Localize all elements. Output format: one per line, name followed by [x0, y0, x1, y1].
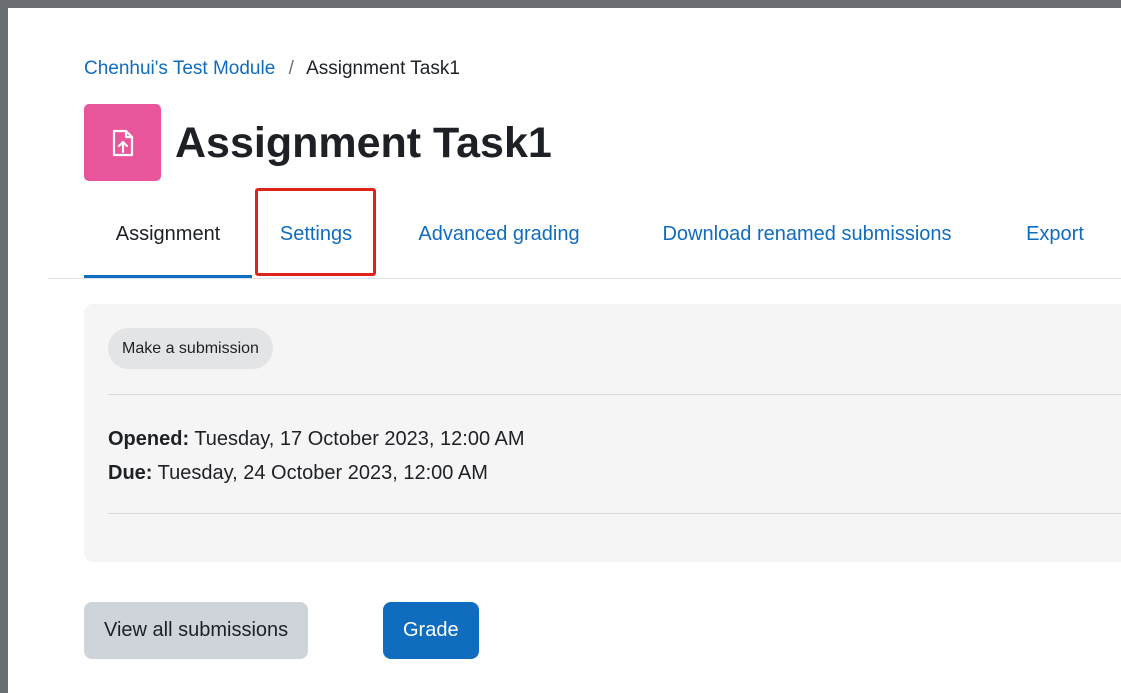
view-all-submissions-button[interactable]: View all submissions: [84, 602, 309, 659]
due-date: Due: Tuesday, 24 October 2023, 12:00 AM: [108, 459, 488, 487]
tab-download-renamed-submissions[interactable]: Download renamed submissions: [628, 190, 986, 278]
app-frame: Chenhui's Test Module / Assignment Task1…: [0, 0, 1121, 693]
opened-date: Opened: Tuesday, 17 October 2023, 12:00 …: [108, 425, 525, 453]
due-value: Tuesday, 24 October 2023, 12:00 AM: [157, 462, 488, 484]
opened-value: Tuesday, 17 October 2023, 12:00 AM: [194, 428, 525, 450]
breadcrumb-separator: /: [288, 58, 294, 79]
divider: [108, 513, 1121, 514]
page-header: Assignment Task1: [84, 104, 552, 181]
tab-export[interactable]: Export: [1010, 190, 1100, 278]
activity-dates-panel: Make a submission Opened: Tuesday, 17 Oc…: [84, 304, 1121, 562]
opened-label: Opened:: [108, 428, 190, 450]
secondary-navigation: Assignment Settings Advanced grading Dow…: [48, 190, 1121, 279]
page-title: Assignment Task1: [175, 118, 552, 167]
tab-settings[interactable]: Settings: [256, 190, 376, 278]
divider: [108, 394, 1121, 395]
breadcrumb-course-link[interactable]: Chenhui's Test Module: [84, 58, 275, 79]
tab-advanced-grading[interactable]: Advanced grading: [394, 190, 604, 278]
breadcrumb: Chenhui's Test Module / Assignment Task1: [84, 56, 460, 82]
file-upload-icon: [84, 104, 161, 181]
grade-button[interactable]: Grade: [383, 602, 479, 659]
breadcrumb-current: Assignment Task1: [306, 58, 460, 79]
make-submission-button[interactable]: Make a submission: [108, 328, 273, 369]
due-label: Due:: [108, 462, 153, 484]
tab-assignment[interactable]: Assignment: [84, 190, 252, 278]
